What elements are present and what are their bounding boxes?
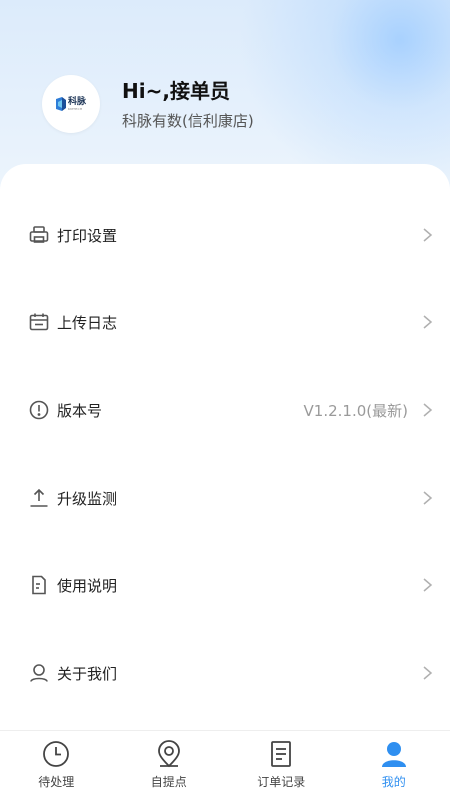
- calendar-icon: [29, 313, 49, 331]
- tab-label: 我的: [381, 775, 406, 789]
- chevron-right-icon: [423, 228, 433, 242]
- user-outline-icon: [30, 664, 48, 682]
- chevron-right-icon: [423, 403, 433, 417]
- tab-mine[interactable]: 我的: [338, 731, 450, 800]
- settings-menu: 打印设置 上传日志 版本号 V1.2.1.0(最新) 升级监测 使用说明 关于我…: [0, 164, 450, 734]
- tab-order-history[interactable]: 订单记录: [225, 731, 338, 800]
- order-list-icon: [271, 741, 292, 767]
- menu-item-label: 版本号: [57, 401, 103, 420]
- version-value: V1.2.1.0(最新): [303, 401, 408, 420]
- menu-item-about-us[interactable]: 关于我们: [0, 648, 450, 698]
- menu-item-label: 升级监测: [57, 489, 118, 508]
- menu-item-version[interactable]: 版本号 V1.2.1.0(最新): [0, 385, 450, 435]
- store-logo: 科脉 KMTECH: [42, 75, 100, 133]
- info-circle-icon: [29, 400, 49, 420]
- upload-icon: [30, 488, 48, 507]
- person-icon: [381, 742, 406, 767]
- chevron-right-icon: [423, 578, 433, 592]
- chevron-right-icon: [423, 491, 433, 505]
- logo-mark-icon: [55, 97, 66, 111]
- store-name: 科脉有数(信利康店): [122, 112, 254, 130]
- document-icon: [32, 575, 46, 595]
- profile-header: 科脉 KMTECH Hi~,接单员 科脉有数(信利康店): [42, 74, 254, 134]
- menu-item-label: 打印设置: [57, 226, 118, 245]
- menu-item-upload-logs[interactable]: 上传日志: [0, 297, 450, 347]
- logo-subtext: KMTECH: [67, 107, 83, 111]
- greeting-title: Hi~,接单员: [122, 79, 230, 103]
- tab-label: 待处理: [38, 775, 75, 789]
- tab-label: 订单记录: [257, 775, 306, 789]
- tab-pending[interactable]: 待处理: [0, 731, 113, 800]
- tab-label: 自提点: [150, 775, 187, 789]
- chevron-right-icon: [423, 666, 433, 680]
- menu-item-label: 上传日志: [57, 313, 118, 332]
- clock-icon: [43, 741, 70, 767]
- printer-icon: [29, 226, 49, 243]
- menu-item-label: 使用说明: [57, 576, 118, 595]
- menu-item-instructions[interactable]: 使用说明: [0, 560, 450, 610]
- tab-pickup-point[interactable]: 自提点: [113, 731, 226, 800]
- logo-text: 科脉: [67, 97, 86, 107]
- menu-item-print-settings[interactable]: 打印设置: [0, 210, 450, 260]
- bottom-tab-bar: 待处理 自提点 订单记录 我的: [0, 730, 450, 800]
- menu-item-label: 关于我们: [57, 664, 118, 683]
- chevron-right-icon: [423, 315, 433, 329]
- menu-item-upgrade-check[interactable]: 升级监测: [0, 473, 450, 523]
- location-pin-icon: [157, 740, 180, 768]
